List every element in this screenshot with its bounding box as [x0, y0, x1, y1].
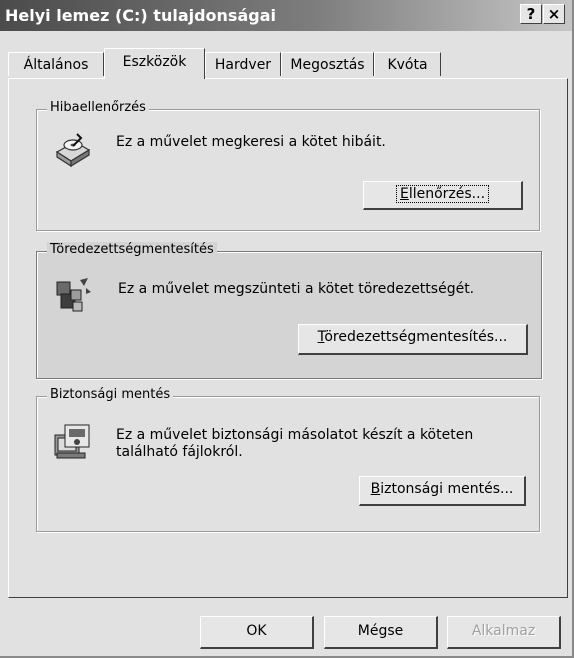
- defrag-description: Ez a művelet megszünteti a kötet töredez…: [118, 281, 475, 297]
- defragment-now-button[interactable]: Töredezettségmentesítés...: [298, 324, 528, 355]
- check-now-button[interactable]: Ellenőrzés...: [363, 181, 523, 210]
- backup-icon: [54, 424, 90, 459]
- tab-sharing[interactable]: Megosztás: [281, 52, 374, 76]
- tab-hardware[interactable]: Hardver: [205, 52, 281, 76]
- error-check-group: Hibaellenőrzés Ez a művelet megkeresi a …: [36, 100, 540, 231]
- tab-strip: Általános Eszközök Hardver Megosztás Kvó…: [8, 48, 568, 79]
- backup-description-line2: található fájlokról.: [116, 444, 243, 460]
- tab-tools[interactable]: Eszközök: [104, 48, 205, 79]
- backup-description-line1: Ez a művelet biztonsági másolatot készít…: [116, 427, 474, 443]
- close-button[interactable]: ×: [543, 4, 565, 24]
- defrag-title: Töredezettségmentesítés: [47, 242, 217, 257]
- tab-general[interactable]: Általános: [8, 52, 104, 76]
- error-check-title: Hibaellenőrzés: [47, 100, 149, 115]
- defrag-group: Töredezettségmentesítés Ez a művelet meg…: [36, 242, 542, 379]
- disk-check-icon: [55, 133, 91, 168]
- backup-title: Biztonsági mentés: [47, 387, 174, 402]
- help-button[interactable]: ?: [520, 4, 542, 24]
- backup-now-button[interactable]: Biztonsági mentés...: [359, 476, 526, 506]
- cancel-button[interactable]: Mégse: [324, 616, 438, 649]
- tab-quota[interactable]: Kvóta: [374, 52, 441, 76]
- apply-button[interactable]: Alkalmaz: [447, 616, 561, 649]
- defrag-icon: [56, 278, 91, 312]
- backup-group: Biztonsági mentés Ez a művelet biztonság…: [36, 387, 540, 532]
- properties-dialog: Helyi lemez (C:) tulajdonságai ? × Által…: [0, 0, 574, 658]
- tools-panel: Hibaellenőrzés Ez a művelet megkeresi a …: [8, 78, 568, 598]
- ok-button[interactable]: OK: [200, 616, 314, 649]
- error-check-description: Ez a művelet megkeresi a kötet hibáit.: [116, 134, 386, 150]
- title-bar[interactable]: Helyi lemez (C:) tulajdonságai ? ×: [0, 0, 572, 31]
- window-title: Helyi lemez (C:) tulajdonságai: [5, 6, 276, 25]
